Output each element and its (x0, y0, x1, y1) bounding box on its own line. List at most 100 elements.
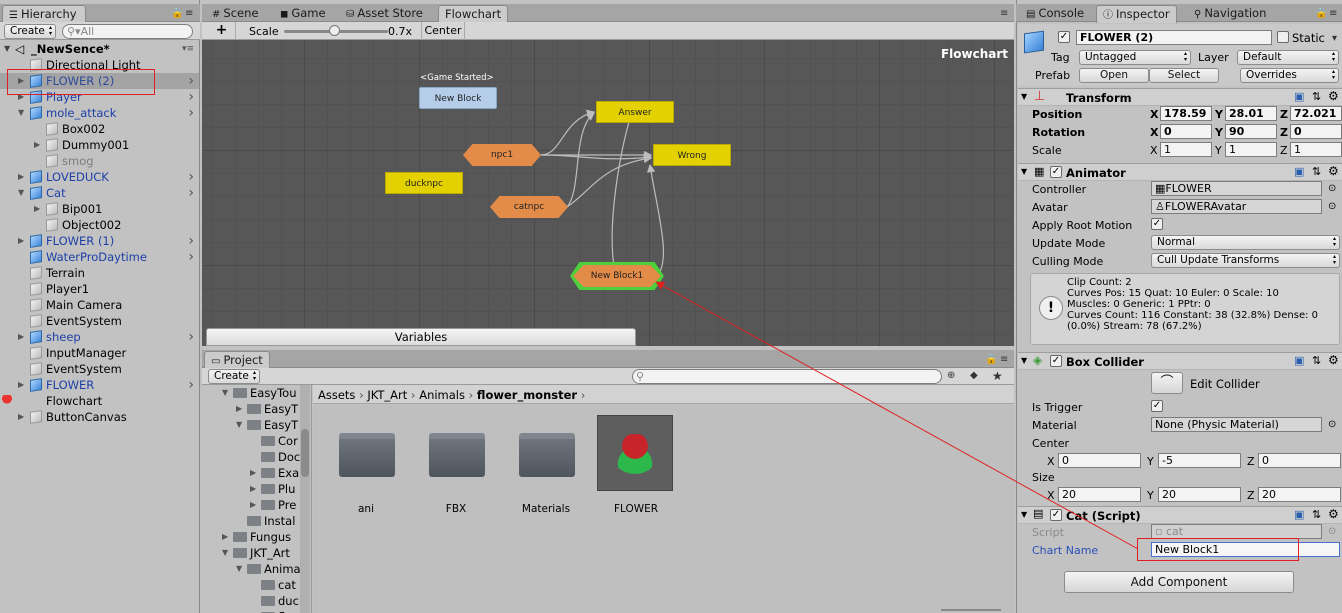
tab-asset-store[interactable]: ⛁ Asset Store (340, 5, 429, 23)
collider-value-field[interactable]: -5 (1158, 453, 1241, 468)
avatar-field[interactable]: ♙FLOWERAvatar (1151, 199, 1322, 214)
hierarchy-item[interactable]: ▶ LOVEDUCK › (0, 169, 199, 185)
tab-hierarchy[interactable]: ☰ Hierarchy (2, 5, 86, 23)
asset-item[interactable]: FBX (427, 415, 505, 515)
chevron-right-icon[interactable]: › (188, 105, 194, 121)
hierarchy-item[interactable]: Terrain (0, 265, 199, 281)
hierarchy-item[interactable]: ▶ ButtonCanvas (0, 409, 199, 425)
project-tree-item[interactable]: ▶ Fungus (202, 529, 302, 545)
material-field[interactable]: None (Physic Material) (1151, 417, 1322, 432)
expand-right-icon[interactable]: ▶ (18, 329, 24, 345)
hierarchy-item[interactable]: Object002 (0, 217, 199, 233)
project-tree-item[interactable]: ▶ EasyT (202, 401, 302, 417)
expand-down-icon[interactable]: ▼ (18, 185, 24, 201)
block-answer[interactable]: Answer (596, 101, 674, 123)
transform-value-field[interactable]: 1 (1290, 142, 1342, 157)
object-picker-icon[interactable]: ⊙ (1328, 201, 1336, 212)
expand-down-icon[interactable]: ▼ (4, 41, 10, 57)
transform-value-field[interactable]: 90 (1225, 124, 1277, 139)
expand-right-icon[interactable]: ▶ (250, 497, 256, 513)
transform-value-field[interactable]: 178.59 (1160, 106, 1212, 121)
tab-flowchart[interactable]: Flowchart (438, 5, 509, 23)
lock-icon[interactable]: 🔒 (171, 8, 183, 19)
transform-value-field[interactable]: 0 (1160, 124, 1212, 139)
tree-scrollbar[interactable] (300, 385, 310, 613)
layer-dropdown[interactable]: Default (1237, 50, 1339, 65)
project-tree-item[interactable]: cat (202, 577, 302, 593)
create-dropdown[interactable]: Create (4, 24, 56, 39)
tab-project[interactable]: ▭ Project (204, 351, 270, 369)
preset-icon[interactable]: ⇅ (1312, 90, 1321, 103)
breadcrumb-item[interactable]: Assets (318, 388, 355, 402)
collider-value-field[interactable]: 0 (1058, 453, 1141, 468)
chevron-right-icon[interactable]: › (188, 233, 194, 249)
apply-root-motion-checkbox[interactable]: ✓ (1151, 218, 1163, 230)
transform-value-field[interactable]: 1 (1225, 142, 1277, 157)
scene-root[interactable]: ▼ ◁ _NewSence* ▾≡ (0, 41, 199, 57)
hierarchy-item[interactable]: EventSystem (0, 361, 199, 377)
expand-down-icon[interactable]: ▼ (18, 105, 24, 121)
project-tree-item[interactable]: duc (202, 593, 302, 609)
collider-value-field[interactable]: 20 (1158, 487, 1241, 502)
active-checkbox[interactable]: ✓ (1058, 31, 1070, 43)
chevron-right-icon[interactable]: › (188, 329, 194, 345)
project-tree-item[interactable]: ▼ EasyTou (202, 385, 302, 401)
animator-header[interactable]: ▼ ▦ ✓ Animator ▣ ⇅ ⚙ (1018, 163, 1342, 181)
asset-item[interactable]: Materials (517, 415, 595, 515)
hierarchy-item[interactable]: ▶ Bip001 (0, 201, 199, 217)
scale-slider-thumb[interactable] (328, 25, 340, 36)
edit-collider-button[interactable]: ⌒ (1151, 372, 1183, 394)
zoom-slider[interactable] (941, 609, 1001, 611)
hierarchy-item[interactable]: ▶ sheep › (0, 329, 199, 345)
panel-menu-icon[interactable]: ≡ (1329, 8, 1337, 19)
expand-right-icon[interactable]: ▶ (236, 401, 242, 417)
object-name-field[interactable]: FLOWER (2) (1076, 30, 1272, 45)
transform-value-field[interactable]: 1 (1160, 142, 1212, 157)
center-button[interactable]: Center (421, 22, 465, 40)
expand-right-icon[interactable]: ▶ (18, 409, 24, 425)
filter-label-icon[interactable]: ◆ (970, 370, 978, 381)
static-dropdown-icon[interactable]: ▾ (1332, 33, 1337, 44)
breadcrumb-item[interactable]: Animals (419, 388, 465, 402)
expand-down-icon[interactable]: ▼ (1021, 167, 1027, 176)
project-tree-item[interactable]: Cor (202, 433, 302, 449)
hierarchy-item[interactable]: ▶ Dummy001 (0, 137, 199, 153)
animator-enabled-checkbox[interactable]: ✓ (1050, 166, 1062, 178)
transform-value-field[interactable]: 28.01 (1225, 106, 1277, 121)
prefab-open-button[interactable]: Open (1079, 68, 1149, 83)
scene-menu-icon[interactable]: ▾≡ (182, 41, 194, 57)
expand-right-icon[interactable]: ▶ (18, 233, 24, 249)
panel-menu-icon[interactable]: ≡ (185, 8, 193, 19)
collider-value-field[interactable]: 20 (1058, 487, 1141, 502)
hierarchy-item[interactable]: ▶ FLOWER (1) › (0, 233, 199, 249)
chevron-right-icon[interactable]: › (188, 249, 194, 265)
settings-gear-icon[interactable]: ⚙ (1328, 164, 1339, 178)
flowchart-canvas[interactable]: Flowchart <Game Started> New Block Answe… (202, 40, 1014, 346)
expand-right-icon[interactable]: ▶ (34, 201, 40, 217)
object-picker-icon[interactable]: ⊙ (1328, 183, 1336, 194)
breadcrumb-item[interactable]: flower_monster (477, 388, 577, 402)
variables-panel[interactable]: Variables (206, 328, 636, 346)
help-icon[interactable]: ▣ (1294, 508, 1304, 521)
settings-gear-icon[interactable]: ⚙ (1328, 507, 1339, 521)
chevron-right-icon[interactable]: › (188, 377, 194, 393)
collider-value-field[interactable]: 20 (1258, 487, 1341, 502)
block-wrong[interactable]: Wrong (653, 144, 731, 166)
expand-down-icon[interactable]: ▼ (1021, 510, 1027, 519)
filter-type-icon[interactable]: ⊕ (947, 370, 955, 381)
hierarchy-item[interactable]: ▶ FLOWER › (0, 377, 199, 393)
controller-field[interactable]: ▦FLOWER (1151, 181, 1322, 196)
prefab-select-button[interactable]: Select (1149, 68, 1219, 83)
is-trigger-checkbox[interactable]: ✓ (1151, 400, 1163, 412)
hierarchy-item[interactable]: Flowchart (0, 393, 199, 409)
block-new-block1[interactable]: New Block1 (573, 265, 661, 287)
expand-right-icon[interactable]: ▶ (34, 137, 40, 153)
box-collider-header[interactable]: ▼ ◈ ✓ Box Collider ▣ ⇅ ⚙ (1018, 352, 1342, 370)
search-input[interactable]: ⚲▾All (62, 24, 193, 39)
preset-icon[interactable]: ⇅ (1312, 165, 1321, 178)
culling-mode-dropdown[interactable]: Cull Update Transforms (1151, 253, 1340, 268)
asset-item[interactable]: ani (337, 415, 415, 515)
create-dropdown[interactable]: Create (208, 369, 260, 384)
breadcrumb-item[interactable]: JKT_Art (367, 388, 407, 402)
hierarchy-item[interactable]: InputManager (0, 345, 199, 361)
